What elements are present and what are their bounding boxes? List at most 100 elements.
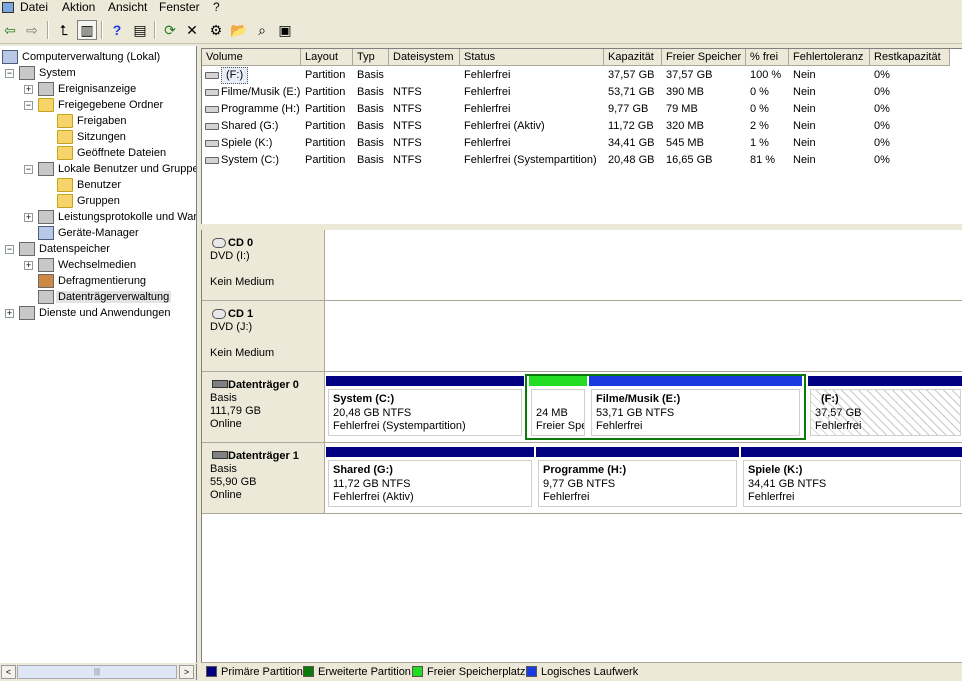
tree-horizontal-scrollbar[interactable]: < ||| > <box>0 664 197 680</box>
table-cell: (F:) <box>221 67 249 84</box>
table-row[interactable]: Filme/Musik (E:) Partition Basis NTFS Fehler… <box>202 84 962 101</box>
partition-g[interactable]: Shared (G:) 11,72 GB NTFS Fehlerfrei (Ak… <box>326 447 534 509</box>
partition-f[interactable]: (F:) 37,57 GB Fehlerfrei <box>808 376 962 438</box>
collapse-icon[interactable]: − <box>5 69 14 78</box>
tree-item-removable-storage[interactable]: Wechselmedien <box>38 257 138 273</box>
expand-icon[interactable]: + <box>24 85 33 94</box>
table-cell: 11,72 GB <box>608 120 654 132</box>
table-cell: Programme (H:) <box>221 103 300 115</box>
tree-item-defragmentation[interactable]: Defragmentierung <box>38 273 148 289</box>
open-folder-icon[interactable]: 📂 <box>229 20 249 40</box>
table-cell: Spiele (K:) <box>221 137 273 149</box>
expand-icon[interactable]: + <box>5 309 14 318</box>
show-tree-icon[interactable]: ▥ <box>77 20 97 40</box>
column-header[interactable]: Layout <box>301 49 353 66</box>
tree-item-device-manager[interactable]: Geräte-Manager <box>38 225 141 241</box>
forward-arrow-icon[interactable]: ⇨ <box>22 20 42 40</box>
menu-ansicht[interactable]: Ansicht <box>108 0 147 14</box>
collapse-icon[interactable]: − <box>24 101 33 110</box>
column-header[interactable]: Fehlertoleranz <box>789 49 870 66</box>
legend-swatch <box>303 666 314 677</box>
legend-swatch <box>526 666 537 677</box>
table-cell: Partition <box>305 137 346 149</box>
tree-item-computer-management[interactable]: Computerverwaltung (Lokal) <box>2 49 162 65</box>
disk-label-disk0[interactable]: Datenträger 0 Basis 111,79 GB Online <box>202 372 325 442</box>
tree-item-services-applications[interactable]: Dienste und Anwendungen <box>19 305 173 321</box>
tree-item-event-viewer[interactable]: Ereignisanzeige <box>38 81 138 97</box>
volume-icon <box>205 157 219 164</box>
disk-label-disk1[interactable]: Datenträger 1 Basis 55,90 GB Online <box>202 443 325 513</box>
menu-aktion[interactable]: Aktion <box>62 0 95 14</box>
column-header[interactable]: Freier Speicher <box>662 49 746 66</box>
settings-icon[interactable]: ⚙ <box>206 20 226 40</box>
menu-datei[interactable]: Datei <box>20 0 48 14</box>
disk-label-cd1[interactable]: CD 1 DVD (J:) Kein Medium <box>202 301 325 371</box>
partition-h[interactable]: Programme (H:) 9,77 GB NTFS Fehlerfrei <box>536 447 739 509</box>
table-cell: Partition <box>305 103 346 115</box>
column-header[interactable]: Volume <box>202 49 301 66</box>
table-row[interactable]: Spiele (K:) Partition Basis NTFS Fehlerfrei 3… <box>202 135 962 152</box>
tree-item-shares[interactable]: Freigaben <box>57 113 129 129</box>
scroll-right-button[interactable]: > <box>179 665 194 679</box>
search-icon[interactable]: ⌕ <box>252 20 272 40</box>
services-icon <box>19 306 35 320</box>
table-cell: 79 MB <box>666 103 698 115</box>
partition-free-space[interactable]: 24 MB Freier Speicherplatz <box>529 376 587 438</box>
collapse-icon[interactable]: − <box>24 165 33 174</box>
table-cell: 1 % <box>750 137 769 149</box>
tree-item-sessions[interactable]: Sitzungen <box>57 129 128 145</box>
up-folder-icon[interactable]: ⮤ <box>54 20 74 40</box>
partition-body: Programme (H:) 9,77 GB NTFS Fehlerfrei <box>538 460 737 507</box>
column-header[interactable]: Typ <box>353 49 389 66</box>
hard-disk-icon <box>212 380 228 388</box>
table-row[interactable]: Programme (H:) Partition Basis NTFS Fehlerfr… <box>202 101 962 118</box>
tree-item-system[interactable]: System <box>19 65 78 81</box>
column-header[interactable]: Kapazität <box>604 49 662 66</box>
expand-icon[interactable]: + <box>24 261 33 270</box>
scroll-thumb[interactable]: ||| <box>17 665 177 679</box>
cd-drive-icon <box>212 238 226 248</box>
back-arrow-icon[interactable]: ⇦ <box>0 20 20 40</box>
tree-item-users[interactable]: Benutzer <box>57 177 123 193</box>
partition-e[interactable]: Filme/Musik (E:) 53,71 GB NTFS Fehlerfre… <box>589 376 802 438</box>
expand-icon[interactable]: + <box>24 213 33 222</box>
partition-color-bar <box>808 376 962 386</box>
app-icon[interactable] <box>2 2 14 13</box>
column-header[interactable]: Restkapazität <box>870 49 950 66</box>
table-cell: Fehlerfrei (Systempartition) <box>464 154 597 166</box>
tree-item-local-users-groups[interactable]: Lokale Benutzer und Gruppen <box>38 161 196 177</box>
refresh-icon[interactable]: ⟳ <box>160 20 180 40</box>
table-cell: Basis <box>357 69 384 81</box>
tree-item-open-files[interactable]: Geöffnete Dateien <box>57 145 168 161</box>
column-header[interactable]: Dateisystem <box>389 49 460 66</box>
tree-item-groups[interactable]: Gruppen <box>57 193 122 209</box>
menu-fenster[interactable]: Fenster <box>159 0 200 14</box>
table-row[interactable]: (F:) Partition Basis Fehlerfrei 37,57 GB 37,5… <box>202 67 962 84</box>
column-header[interactable]: % frei <box>746 49 789 66</box>
table-cell: 0% <box>874 103 890 115</box>
table-cell: Basis <box>357 103 384 115</box>
toolbar-separator <box>101 21 103 39</box>
partition-c[interactable]: System (C:) 20,48 GB NTFS Fehlerfrei (Sy… <box>326 376 524 438</box>
table-cell: 53,71 GB <box>608 86 655 98</box>
tree-item-storage[interactable]: Datenspeicher <box>19 241 112 257</box>
delete-icon[interactable]: ✕ <box>182 20 202 40</box>
scroll-left-button[interactable]: < <box>1 665 16 679</box>
column-header[interactable]: Status <box>460 49 604 66</box>
table-cell: 0 % <box>750 103 769 115</box>
properties-icon[interactable]: ▤ <box>130 20 150 40</box>
folder-icon <box>57 178 73 192</box>
partition-k[interactable]: Spiele (K:) 34,41 GB NTFS Fehlerfrei <box>741 447 962 509</box>
help-icon[interactable]: ? <box>107 20 127 40</box>
disk-label-cd0[interactable]: CD 0 DVD (I:) Kein Medium <box>202 230 325 300</box>
tree-item-shared-folders[interactable]: Freigegebene Ordner <box>38 97 165 113</box>
tree-item-disk-management[interactable]: Datenträgerverwaltung <box>38 289 172 305</box>
tree-item-performance-logs[interactable]: Leistungsprotokolle und Warnungen <box>38 209 196 225</box>
table-cell: 34,41 GB <box>608 137 655 149</box>
table-cell: Fehlerfrei <box>464 69 511 81</box>
table-row[interactable]: System (C:) Partition Basis NTFS Fehlerfrei … <box>202 152 962 169</box>
table-row[interactable]: Shared (G:) Partition Basis NTFS Fehlerfrei … <box>202 118 962 135</box>
disk-icon[interactable]: ▣ <box>275 20 295 40</box>
menu-help[interactable]: ? <box>213 0 220 14</box>
collapse-icon[interactable]: − <box>5 245 14 254</box>
